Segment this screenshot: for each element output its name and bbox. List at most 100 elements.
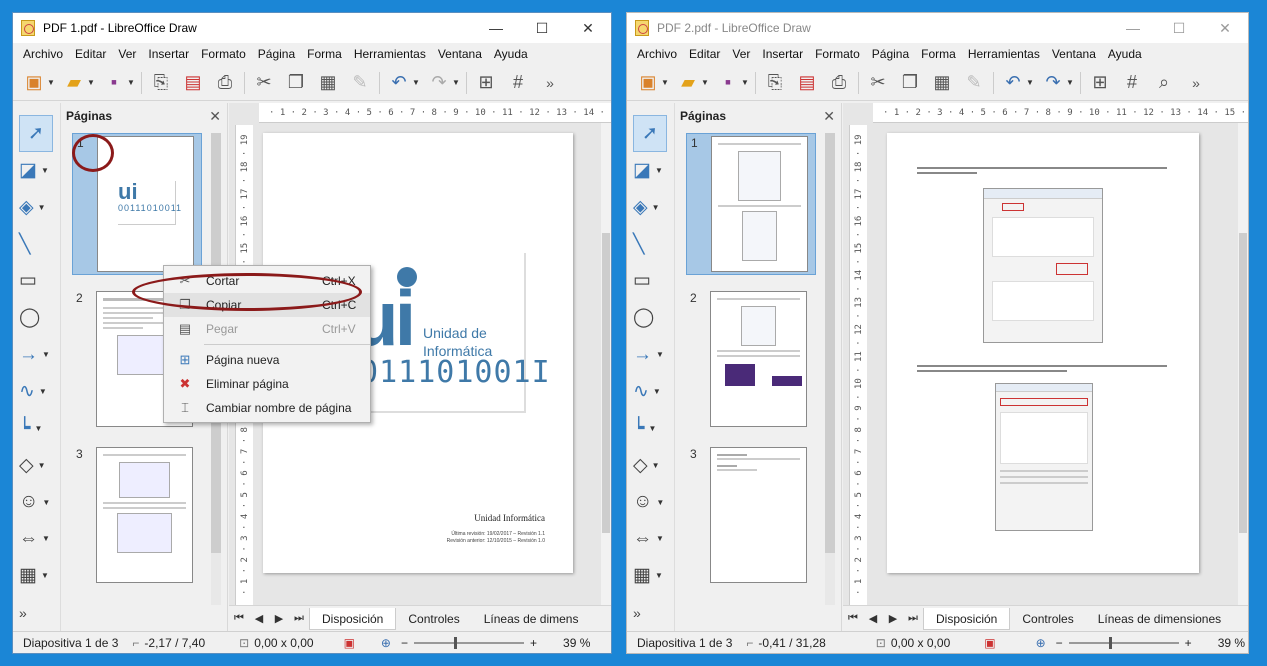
- menu-item-cortar[interactable]: ✂ Cortar Ctrl+X: [164, 269, 370, 293]
- menu-forma[interactable]: Forma: [915, 47, 962, 61]
- minimize-icon[interactable]: —: [1110, 13, 1156, 43]
- helplines-icon[interactable]: #: [1119, 70, 1145, 96]
- redo-dropdown-icon[interactable]: ▼: [452, 78, 460, 87]
- page-thumbnail[interactable]: 3: [686, 445, 816, 587]
- export-icon[interactable]: ⎘: [148, 70, 174, 96]
- clone-formatting-icon[interactable]: ✎: [961, 70, 987, 96]
- new-icon[interactable]: ▣: [21, 70, 47, 96]
- export-pdf-icon[interactable]: ▤: [180, 70, 206, 96]
- tab-disposicion[interactable]: Disposición: [923, 607, 1011, 630]
- double-arrow-icon[interactable]: ⇔ ▼: [19, 520, 50, 557]
- tab-lineas-dimensiones[interactable]: Líneas de dimensiones: [1086, 608, 1233, 630]
- menu-item-pagina-nueva[interactable]: ⊞ Página nueva: [164, 348, 370, 372]
- zoom-out-icon[interactable]: −: [401, 636, 408, 650]
- clone-formatting-icon[interactable]: ✎: [347, 70, 373, 96]
- menu-ver[interactable]: Ver: [726, 47, 756, 61]
- document-page[interactable]: [887, 133, 1199, 573]
- menu-item-eliminar-pagina[interactable]: ✖ Eliminar página: [164, 372, 370, 396]
- cut-icon[interactable]: ✂: [251, 70, 277, 96]
- open-icon[interactable]: ▰: [675, 70, 701, 96]
- tab-controles[interactable]: Controles: [1010, 608, 1085, 630]
- menu-ayuda[interactable]: Ayuda: [488, 47, 534, 61]
- first-page-icon[interactable]: ⏮: [229, 612, 249, 625]
- zoom-slider[interactable]: [1068, 636, 1179, 649]
- first-page-icon[interactable]: ⏮: [843, 612, 863, 625]
- maximize-icon[interactable]: ☐: [1156, 13, 1202, 43]
- fit-page-icon[interactable]: ⊕: [381, 636, 391, 650]
- undo-icon[interactable]: ↶: [1000, 70, 1026, 96]
- save-dropdown-icon[interactable]: ▼: [741, 78, 749, 87]
- minimize-icon[interactable]: —: [473, 13, 519, 43]
- menu-item-pegar[interactable]: ▤ Pegar Ctrl+V: [164, 317, 370, 341]
- close-icon[interactable]: ✕: [565, 13, 611, 43]
- export-icon[interactable]: ⎘: [762, 70, 788, 96]
- new-dropdown-icon[interactable]: ▼: [661, 78, 669, 87]
- menu-ventana[interactable]: Ventana: [432, 47, 488, 61]
- canvas-scrollbar[interactable]: [601, 123, 611, 605]
- new-icon[interactable]: ▣: [635, 70, 661, 96]
- line-color-icon[interactable]: ◪ ▼: [19, 152, 49, 189]
- undo-icon[interactable]: ↶: [386, 70, 412, 96]
- menu-ventana[interactable]: Ventana: [1046, 47, 1102, 61]
- flowchart-icon[interactable]: ▦ ▼: [19, 557, 49, 594]
- redo-dropdown-icon[interactable]: ▼: [1066, 78, 1074, 87]
- save-dropdown-icon[interactable]: ▼: [127, 78, 135, 87]
- canvas-scrollbar[interactable]: [1238, 123, 1248, 605]
- close-icon[interactable]: ✕: [1202, 13, 1248, 43]
- diamond-icon[interactable]: ◇ ▼: [633, 447, 660, 484]
- print-icon[interactable]: ⎙: [826, 70, 852, 96]
- menu-archivo[interactable]: Archivo: [631, 47, 683, 61]
- menu-formato[interactable]: Formato: [809, 47, 866, 61]
- next-page-icon[interactable]: ▶: [883, 612, 903, 625]
- redo-icon[interactable]: ↷: [426, 70, 452, 96]
- connector-icon[interactable]: ┕ ▼: [633, 410, 656, 447]
- menu-ver[interactable]: Ver: [112, 47, 142, 61]
- curve-icon[interactable]: ∿ ▼: [19, 373, 47, 410]
- zoom-pan-icon[interactable]: ⌕: [1151, 70, 1177, 96]
- connector-icon[interactable]: ┕ ▼: [19, 410, 42, 447]
- helplines-icon[interactable]: #: [505, 70, 531, 96]
- zoom-out-icon[interactable]: −: [1056, 636, 1063, 650]
- line-icon[interactable]: ╲: [633, 226, 644, 263]
- smiley-icon[interactable]: ☺ ▼: [633, 484, 664, 521]
- line-color-icon[interactable]: ◪ ▼: [633, 152, 663, 189]
- page-thumbnail[interactable]: 2: [686, 289, 816, 431]
- line-icon[interactable]: ╲: [19, 226, 30, 263]
- maximize-icon[interactable]: ☐: [519, 13, 565, 43]
- more-toolbar-icon[interactable]: »: [537, 70, 563, 96]
- menu-editar[interactable]: Editar: [69, 47, 112, 61]
- export-pdf-icon[interactable]: ▤: [794, 70, 820, 96]
- zoom-in-icon[interactable]: +: [530, 636, 537, 650]
- drawing-canvas[interactable]: · 1 · 2 · 3 · 4 · 5 · 6 · 7 · 8 · 9 · 10…: [843, 103, 1248, 605]
- zoom-slider[interactable]: [414, 636, 524, 649]
- save-icon[interactable]: ▪: [101, 70, 127, 96]
- undo-dropdown-icon[interactable]: ▼: [1026, 78, 1034, 87]
- rectangle-icon[interactable]: ▭: [19, 262, 37, 299]
- prev-page-icon[interactable]: ◀: [863, 612, 883, 625]
- menu-ayuda[interactable]: Ayuda: [1102, 47, 1148, 61]
- select-arrow-icon[interactable]: ➚: [19, 115, 53, 152]
- smiley-icon[interactable]: ☺ ▼: [19, 484, 50, 521]
- ellipse-icon[interactable]: ◯: [19, 299, 40, 336]
- undo-dropdown-icon[interactable]: ▼: [412, 78, 420, 87]
- close-panel-icon[interactable]: ✕: [823, 108, 835, 125]
- fill-color-icon[interactable]: ◈ ▼: [633, 189, 660, 226]
- page-thumbnail[interactable]: 1: [686, 133, 816, 275]
- paste-icon[interactable]: ▦: [315, 70, 341, 96]
- page-thumbnail[interactable]: 3: [72, 445, 202, 587]
- menu-pagina[interactable]: Página: [252, 47, 301, 61]
- fill-color-icon[interactable]: ◈ ▼: [19, 189, 46, 226]
- open-dropdown-icon[interactable]: ▼: [701, 78, 709, 87]
- tab-disposicion[interactable]: Disposición: [309, 607, 397, 630]
- open-icon[interactable]: ▰: [61, 70, 87, 96]
- rectangle-icon[interactable]: ▭: [633, 262, 651, 299]
- menu-insertar[interactable]: Insertar: [756, 47, 809, 61]
- menu-item-copiar[interactable]: ❐ Copiar Ctrl+C: [164, 293, 370, 317]
- paste-icon[interactable]: ▦: [929, 70, 955, 96]
- fit-page-icon[interactable]: ⊕: [1036, 636, 1046, 650]
- zoom-in-icon[interactable]: +: [1185, 636, 1192, 650]
- last-page-icon[interactable]: ⏭: [903, 612, 923, 625]
- pages-scrollbar[interactable]: [825, 133, 835, 605]
- copy-icon[interactable]: ❐: [283, 70, 309, 96]
- more-toolbar-icon[interactable]: »: [1183, 70, 1209, 96]
